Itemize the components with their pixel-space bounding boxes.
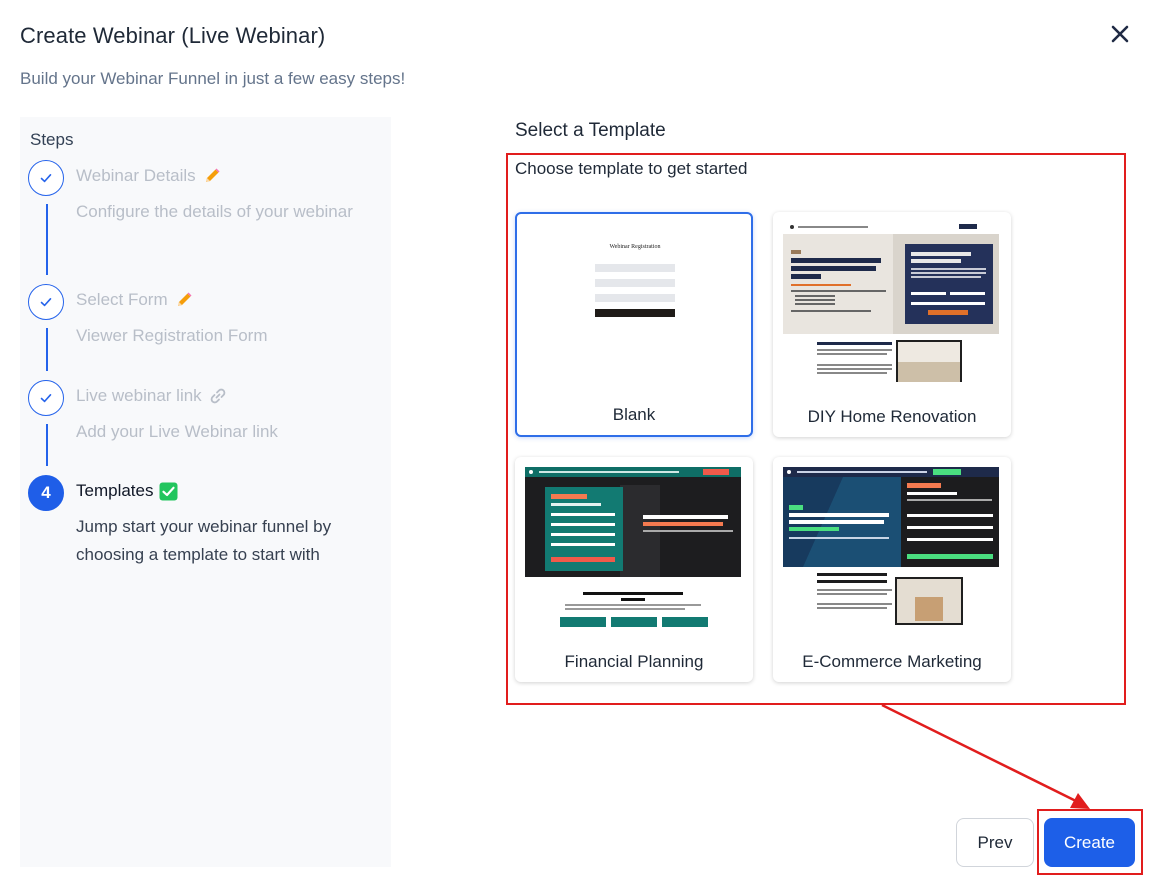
step-title: Webinar Details (76, 166, 222, 186)
step-title-text: Select Form (76, 290, 168, 309)
step-description: Jump start your webinar funnel by choosi… (76, 517, 332, 564)
steps-panel: Steps Webinar Details Configure the deta… (20, 117, 391, 867)
step-title: Live webinar link (76, 386, 228, 406)
close-icon (1111, 25, 1129, 43)
step-description: Viewer Registration Form (76, 326, 268, 345)
step-connector (46, 424, 48, 466)
template-card-diy-home-renovation[interactable]: DIY Home Renovation (773, 212, 1011, 437)
preview-heading: Webinar Registration (609, 244, 660, 250)
step-title: Templates (76, 481, 178, 501)
step-completed-circle (28, 284, 64, 320)
blank-template-preview: Webinar Registration (595, 244, 675, 317)
step-description: Configure the details of your webinar (76, 202, 353, 221)
close-button[interactable] (1106, 20, 1134, 48)
check-icon (40, 298, 52, 307)
step-title-text: Live webinar link (76, 386, 202, 405)
step-title: Select Form (76, 290, 194, 310)
template-label: E-Commerce Marketing (802, 652, 982, 671)
template-label: Financial Planning (564, 652, 704, 671)
step-title-text: Templates (76, 481, 154, 500)
modal-subtitle: Build your Webinar Funnel in just a few … (20, 69, 406, 88)
template-card-financial-planning[interactable]: Financial Planning (515, 457, 753, 682)
template-label: DIY Home Renovation (807, 407, 977, 426)
step-completed-circle (28, 380, 64, 416)
check-icon (40, 394, 52, 403)
step-completed-circle (28, 160, 64, 196)
diy-template-preview (783, 222, 999, 382)
step-description: Add your Live Webinar link (76, 422, 278, 441)
step-connector (46, 328, 48, 371)
link-icon (210, 388, 225, 404)
template-card-e-commerce-marketing[interactable]: E-Commerce Marketing (773, 457, 1011, 682)
prev-button[interactable]: Prev (956, 818, 1034, 867)
steps-heading: Steps (30, 130, 74, 149)
pencil-icon (205, 168, 220, 182)
check-icon (40, 174, 52, 183)
step-title-text: Webinar Details (76, 166, 196, 185)
check-box-icon (159, 482, 178, 500)
create-button[interactable]: Create (1044, 818, 1135, 867)
step-connector (46, 204, 48, 275)
template-card-blank[interactable]: Webinar Registration Blank (515, 212, 753, 437)
financial-template-preview (525, 467, 741, 627)
choose-template-text: Choose template to get started (515, 159, 748, 178)
pencil-icon (177, 292, 192, 306)
modal-title: Create Webinar (Live Webinar) (20, 23, 326, 48)
ecommerce-template-preview (783, 467, 999, 627)
step-number-circle: 4 (28, 475, 64, 511)
template-label: Blank (612, 405, 656, 424)
section-title: Select a Template (515, 120, 666, 141)
